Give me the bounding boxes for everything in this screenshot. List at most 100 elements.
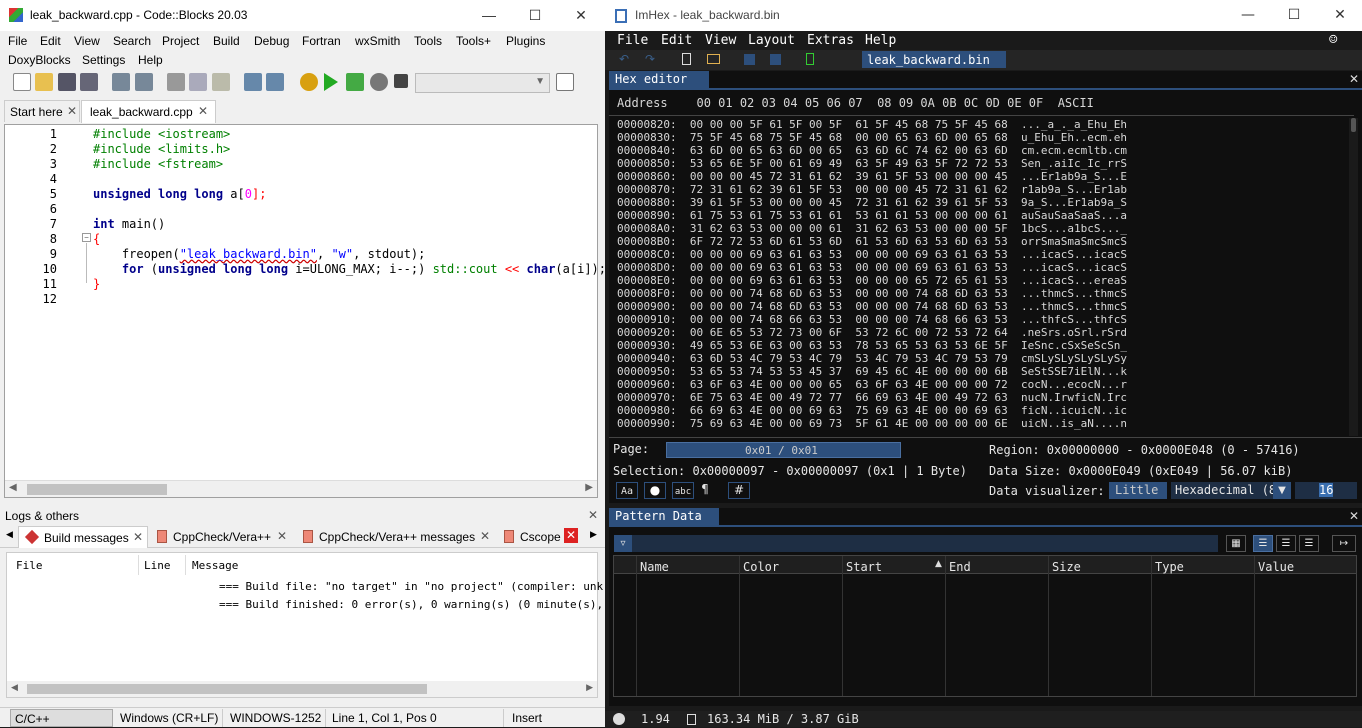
scrollbar-thumb[interactable] [1351, 118, 1356, 132]
close-icon[interactable]: ✕ [198, 104, 208, 118]
filter-input[interactable]: ▿ [614, 535, 1218, 552]
close-icon[interactable]: ✕ [67, 104, 77, 118]
open-folder-icon[interactable] [35, 73, 53, 91]
menu-extras[interactable]: Extras [807, 33, 854, 48]
column-name[interactable]: Name [640, 560, 669, 574]
menu-layout[interactable]: Layout [748, 33, 795, 48]
hex-row[interactable]: 00000990: 75 69 63 4E 00 00 69 73 5F 61 … [617, 417, 1127, 430]
new-file-icon[interactable] [13, 73, 31, 91]
save-as-icon[interactable] [770, 54, 781, 65]
horizontal-scrollbar[interactable]: ◀ ▶ [5, 480, 597, 497]
close-icon[interactable]: ✕ [1349, 72, 1359, 86]
hex-row[interactable]: 00000820: 00 00 00 5F 61 5F 00 5F 61 5F … [617, 118, 1127, 131]
copy-icon[interactable] [189, 73, 207, 91]
hex-row[interactable]: 00000890: 61 75 53 61 75 53 61 61 53 61 … [617, 209, 1127, 222]
menu-view[interactable]: View [74, 34, 100, 48]
menu-build[interactable]: Build [213, 34, 240, 48]
column-start[interactable]: Start [846, 560, 882, 574]
table-icon[interactable]: ▦ [1226, 535, 1246, 552]
column-value[interactable]: Value [1258, 560, 1294, 574]
endian-toggle[interactable]: Little [1109, 482, 1167, 499]
close-button[interactable]: ✕ [1317, 0, 1362, 31]
hex-editor-tab[interactable]: Hex editor [609, 71, 709, 88]
menu-project[interactable]: Project [162, 34, 199, 48]
abort-icon[interactable] [394, 74, 408, 88]
tab-cppcheck[interactable]: CppCheck/Vera++ ✕ [152, 526, 294, 548]
column-file[interactable]: File [16, 559, 43, 572]
smiley-icon[interactable]: ☺ [1329, 32, 1337, 48]
menu-fortran[interactable]: Fortran [302, 34, 341, 48]
file-tab[interactable]: leak_backward.bin [862, 51, 1006, 68]
chevron-left-icon[interactable]: ◀ [11, 682, 18, 693]
minimize-button[interactable]: — [1225, 0, 1271, 31]
maximize-button[interactable]: ☐ [1271, 0, 1317, 31]
chevron-left-icon[interactable]: ◀ [6, 529, 13, 540]
menu-tools-plus[interactable]: Tools+ [456, 34, 491, 48]
hex-rows[interactable]: 00000820: 00 00 00 5F 61 5F 00 5F 61 5F … [609, 118, 1349, 436]
hex-row[interactable]: 000008C0: 00 00 00 69 63 61 63 53 00 00 … [617, 248, 1127, 261]
menu-wxsmith[interactable]: wxSmith [355, 34, 400, 48]
list-icon[interactable]: ☰ [1299, 535, 1319, 552]
hex-row[interactable]: 00000910: 00 00 00 74 68 66 63 53 00 00 … [617, 313, 1127, 326]
menu-debug[interactable]: Debug [254, 34, 289, 48]
scrollbar-thumb[interactable] [27, 684, 427, 694]
toggle-log-icon[interactable] [556, 73, 574, 91]
menu-file[interactable]: File [617, 33, 648, 48]
log-row[interactable]: === Build finished: 0 error(s), 0 warnin… [219, 598, 603, 611]
cut-icon[interactable] [167, 73, 185, 91]
menu-doxyblocks[interactable]: DoxyBlocks [8, 53, 71, 67]
log-row[interactable]: === Build file: "no target" in "no proje… [219, 580, 603, 593]
close-icon[interactable]: ✕ [133, 530, 143, 544]
menu-edit[interactable]: Edit [40, 34, 61, 48]
chevron-left-icon[interactable]: ◀ [9, 482, 17, 493]
close-icon[interactable]: ✕ [564, 528, 578, 543]
menu-edit[interactable]: Edit [661, 33, 692, 48]
hex-row[interactable]: 000008D0: 00 00 00 69 63 61 63 53 00 00 … [617, 261, 1127, 274]
align-icon[interactable]: ☰ [1276, 535, 1296, 552]
close-icon[interactable]: ✕ [1349, 509, 1359, 523]
horizontal-scrollbar[interactable]: ◀ ▶ [7, 681, 597, 697]
menu-settings[interactable]: Settings [82, 53, 125, 67]
bookmark-icon[interactable] [806, 53, 814, 65]
hex-row[interactable]: 00000870: 72 31 61 62 39 61 5F 53 00 00 … [617, 183, 1127, 196]
close-icon[interactable]: ✕ [480, 529, 490, 543]
maximize-button[interactable]: ☐ [512, 0, 558, 31]
hex-row[interactable]: 000008E0: 00 00 00 69 63 61 63 53 00 00 … [617, 274, 1127, 287]
build-gear-icon[interactable] [300, 73, 318, 91]
run-play-icon[interactable] [324, 73, 338, 91]
replace-icon[interactable] [266, 73, 284, 91]
close-icon[interactable]: ✕ [588, 508, 598, 522]
find-icon[interactable] [244, 73, 262, 91]
lightbulb-icon[interactable]: ● [644, 482, 666, 499]
save-all-icon[interactable] [80, 73, 98, 91]
column-size[interactable]: Size [1052, 560, 1081, 574]
page-slider[interactable]: 0x01 / 0x01 [666, 442, 901, 458]
hex-row[interactable]: 00000940: 63 6D 53 4C 79 53 4C 79 53 4C … [617, 352, 1127, 365]
tab-leak-backward[interactable]: leak_backward.cpp ✕ [81, 100, 216, 123]
chevron-right-icon[interactable]: ▶ [590, 529, 597, 540]
hex-row[interactable]: 000008B0: 6F 72 72 53 6D 61 53 6D 61 53 … [617, 235, 1127, 248]
visualizer-select[interactable]: Hexadecimal (8 ▼ [1171, 482, 1291, 499]
save-icon[interactable] [58, 73, 76, 91]
column-end[interactable]: End [949, 560, 971, 574]
menu-view[interactable]: View [705, 33, 736, 48]
tab-cscope[interactable]: Cscope ✕ [500, 526, 582, 548]
fold-marker-icon[interactable]: − [82, 233, 91, 242]
redo-icon[interactable]: ↷ [645, 52, 655, 66]
ascii-toggle-button[interactable]: abc [672, 482, 694, 499]
build-target-select[interactable]: ▼ [415, 73, 550, 93]
rebuild-icon[interactable] [370, 73, 388, 91]
tree-view-icon[interactable]: ☰ [1253, 535, 1273, 552]
menu-plugins[interactable]: Plugins [506, 34, 545, 48]
hex-row[interactable]: 00000950: 53 65 53 74 53 53 45 37 69 45 … [617, 365, 1127, 378]
vertical-scrollbar[interactable] [1349, 118, 1358, 436]
column-message[interactable]: Message [192, 559, 238, 572]
close-button[interactable]: ✕ [558, 0, 604, 31]
build-run-icon[interactable] [346, 73, 364, 91]
minimize-button[interactable]: — [466, 0, 512, 31]
paste-icon[interactable] [212, 73, 230, 91]
pattern-data-tab[interactable]: Pattern Data [609, 508, 719, 525]
column-color[interactable]: Color [743, 560, 779, 574]
expand-icon[interactable]: ↦ [1332, 535, 1356, 552]
hex-row[interactable]: 00000900: 00 00 00 74 68 6D 63 53 00 00 … [617, 300, 1127, 313]
